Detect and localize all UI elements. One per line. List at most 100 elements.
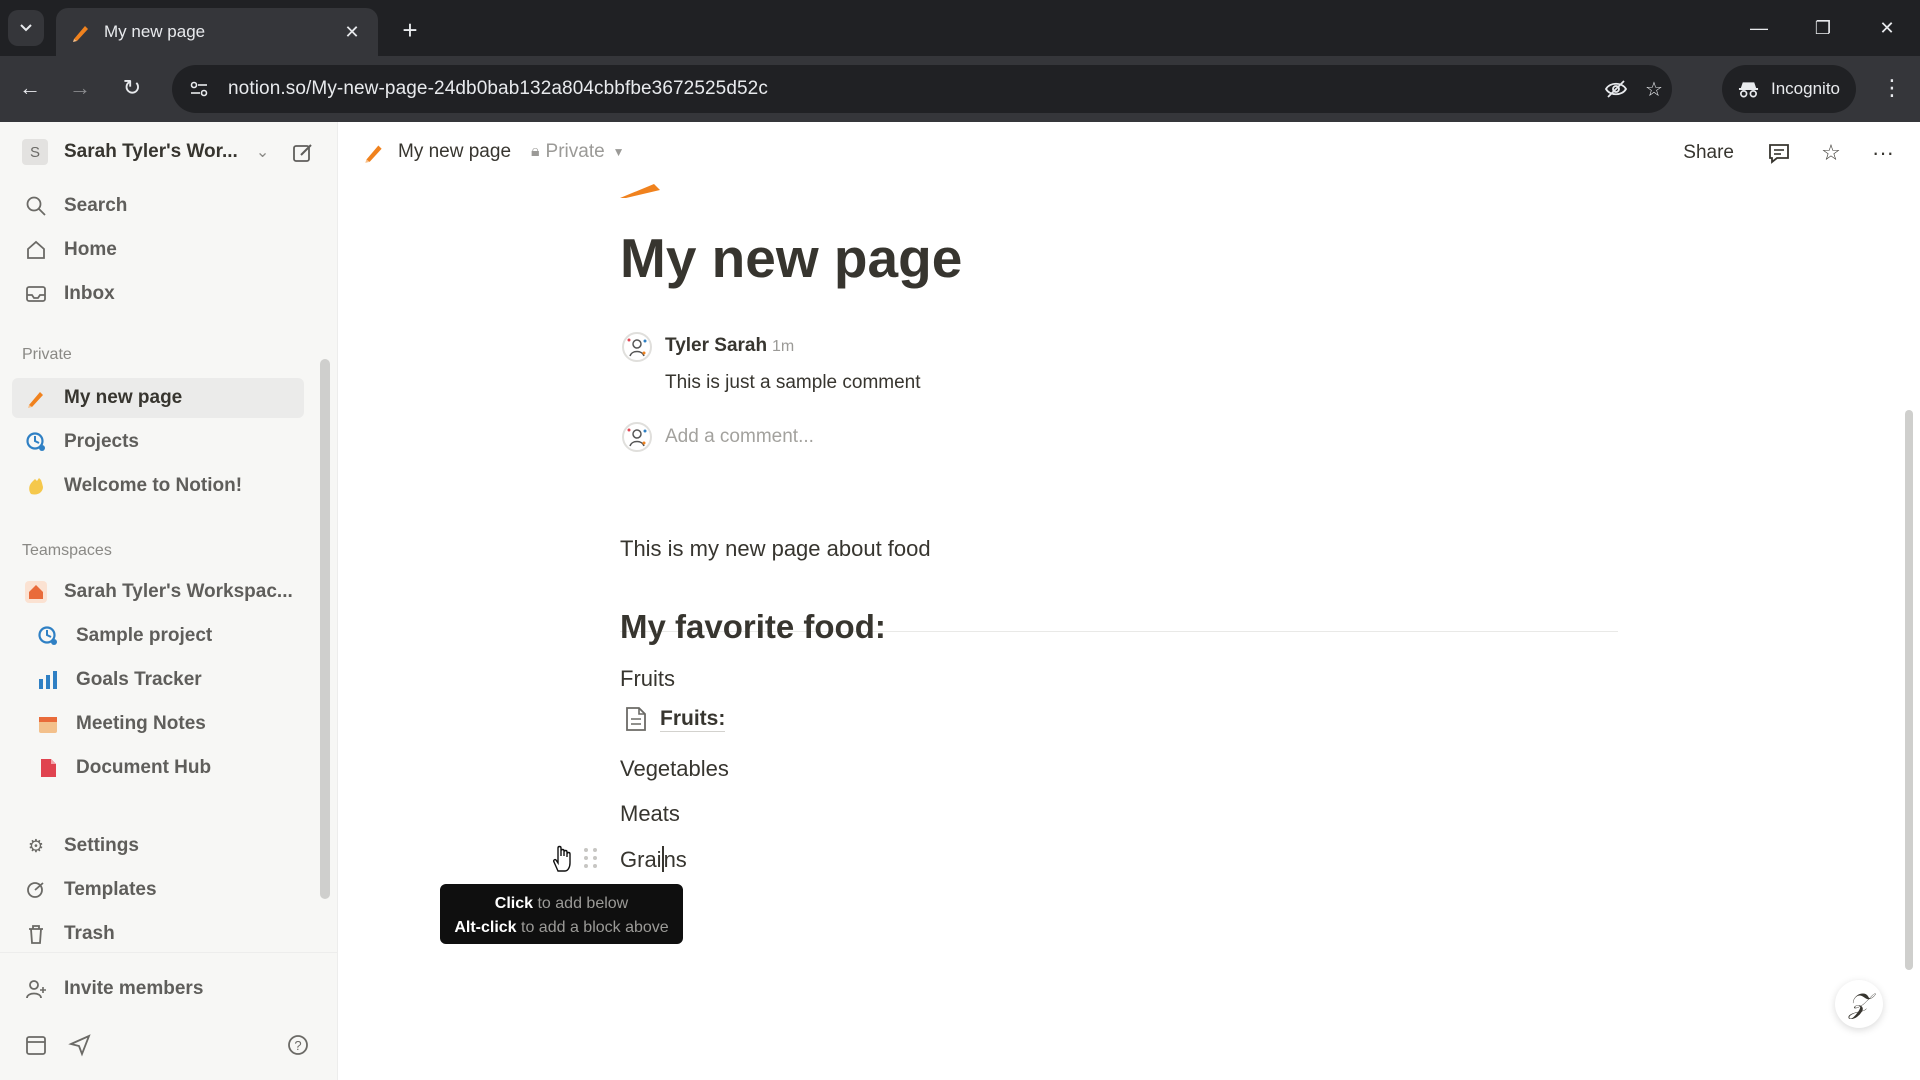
eye-off-icon[interactable] bbox=[1604, 77, 1628, 101]
workspace-avatar: S bbox=[22, 139, 48, 165]
sidebar-item-label: Templates bbox=[64, 879, 157, 900]
sidebar-item-home[interactable]: Home bbox=[12, 230, 304, 270]
pencil-emoji-icon bbox=[24, 386, 48, 410]
page-doc-icon bbox=[626, 707, 646, 731]
favorite-star-icon[interactable]: ☆ bbox=[1816, 138, 1846, 168]
sidebar-item-label: Sample project bbox=[76, 625, 213, 646]
back-button[interactable]: ← bbox=[12, 70, 48, 106]
incognito-indicator[interactable]: Incognito bbox=[1722, 65, 1856, 113]
chevron-down-icon[interactable]: ▼ bbox=[613, 145, 625, 159]
sidebar-item-projects[interactable]: Projects bbox=[12, 422, 304, 462]
close-window-button[interactable]: ✕ bbox=[1864, 10, 1910, 46]
sidebar-item-settings[interactable]: ⚙ Settings bbox=[12, 826, 304, 866]
sidebar-footer: Invite members ? bbox=[0, 952, 337, 1080]
sidebar-item-label: Document Hub bbox=[76, 757, 212, 778]
text-block-grains[interactable]: Grains bbox=[620, 846, 687, 873]
calendar-app-icon[interactable] bbox=[24, 1033, 50, 1059]
workspace-name: Sarah Tyler's Wor... bbox=[64, 141, 238, 162]
tooltip-desc: to add a block above bbox=[521, 919, 669, 936]
site-settings-icon[interactable] bbox=[188, 78, 210, 100]
new-tab-button[interactable]: + bbox=[392, 12, 428, 48]
wave-emoji-icon bbox=[24, 474, 48, 498]
section-label-private[interactable]: Private bbox=[22, 346, 72, 364]
send-icon[interactable] bbox=[68, 1033, 94, 1059]
chevron-down-icon: ⌄ bbox=[255, 144, 270, 161]
text-block-meats[interactable]: Meats bbox=[620, 801, 680, 827]
sidebar-item-welcome[interactable]: Welcome to Notion! bbox=[12, 466, 304, 506]
section-label-teamspaces[interactable]: Teamspaces bbox=[22, 542, 112, 560]
reload-button[interactable]: ↻ bbox=[114, 70, 150, 106]
page-scrollbar[interactable] bbox=[1902, 190, 1916, 1070]
sidebar-item-meeting-notes[interactable]: Meeting Notes bbox=[12, 704, 304, 744]
page-topbar: My new page 🔒︎ Private ▼ Share ☆ ··· bbox=[338, 122, 1920, 184]
chevron-down-icon bbox=[20, 24, 32, 32]
sidebar-item-label: Search bbox=[64, 195, 128, 216]
page-title[interactable]: My new page bbox=[620, 226, 962, 290]
bookmark-star-icon[interactable]: ☆ bbox=[1642, 77, 1666, 101]
drag-handle[interactable] bbox=[582, 845, 600, 871]
notion-ai-button[interactable]: 𝒵 bbox=[1835, 980, 1883, 1028]
comment-icon[interactable] bbox=[1764, 138, 1794, 168]
sidebar-item-search[interactable]: Search bbox=[12, 186, 304, 226]
sidebar-item-label: Projects bbox=[64, 431, 139, 452]
tooltip-desc: to add below bbox=[537, 895, 629, 912]
sidebar-scrollbar[interactable] bbox=[320, 347, 330, 899]
grains-text-start: Grai bbox=[620, 847, 662, 872]
sidebar: S Sarah Tyler's Wor... ⌄ Search Home Inb… bbox=[0, 122, 338, 1080]
tooltip-key: Click bbox=[494, 895, 534, 912]
sidebar-item-my-new-page[interactable]: My new page bbox=[12, 378, 304, 418]
tooltip-key: Alt-click bbox=[454, 919, 517, 936]
help-icon[interactable]: ? bbox=[286, 1033, 312, 1059]
sidebar-item-label: My new page bbox=[64, 387, 183, 408]
avatar bbox=[622, 422, 652, 452]
sidebar-item-goals-tracker[interactable]: Goals Tracker bbox=[12, 660, 304, 700]
scrollbar-thumb[interactable] bbox=[1905, 410, 1913, 970]
minimize-button[interactable]: — bbox=[1736, 10, 1782, 46]
section-heading[interactable]: My favorite food: bbox=[620, 608, 886, 646]
address-bar[interactable]: notion.so/My-new-page-24db0bab132a804cbb… bbox=[172, 65, 1672, 113]
house-icon bbox=[24, 580, 48, 604]
subpage-link-fruits[interactable]: Fruits: bbox=[620, 706, 726, 732]
forward-button[interactable]: → bbox=[62, 70, 98, 106]
sidebar-item-inbox[interactable]: Inbox bbox=[12, 274, 304, 314]
templates-icon bbox=[24, 878, 48, 902]
invite-members-button[interactable]: Invite members bbox=[12, 969, 304, 1009]
tab-search-button[interactable] bbox=[8, 10, 44, 46]
sidebar-item-document-hub[interactable]: Document Hub bbox=[12, 748, 304, 788]
lock-icon: 🔒︎ bbox=[531, 143, 540, 160]
scrollbar-thumb[interactable] bbox=[320, 359, 330, 899]
sidebar-item-trash[interactable]: Trash bbox=[12, 914, 304, 954]
inbox-icon bbox=[24, 282, 48, 306]
text-block-fruits[interactable]: Fruits bbox=[620, 666, 675, 692]
sidebar-item-label: Settings bbox=[64, 835, 139, 856]
sidebar-item-templates[interactable]: Templates bbox=[12, 870, 304, 910]
tooltip-line-2: Alt-click to add a block above bbox=[450, 916, 673, 940]
add-comment-input[interactable]: Add a comment... bbox=[665, 426, 814, 448]
browser-tab[interactable]: My new page ✕ bbox=[56, 8, 378, 56]
grains-text-end: ns bbox=[663, 847, 687, 872]
add-block-button[interactable] bbox=[542, 843, 582, 873]
page-icon-pencil[interactable] bbox=[620, 184, 660, 198]
search-icon bbox=[24, 194, 48, 218]
share-button[interactable]: Share bbox=[1675, 138, 1742, 168]
sidebar-item-sample-project[interactable]: Sample project bbox=[12, 616, 304, 656]
intro-paragraph[interactable]: This is my new page about food bbox=[620, 536, 931, 562]
breadcrumb: My new page 🔒︎ Private ▼ bbox=[362, 140, 625, 164]
sidebar-item-label: Sarah Tyler's Workspac... bbox=[64, 581, 293, 602]
browser-menu-icon[interactable]: ⋮ bbox=[1874, 70, 1910, 106]
privacy-dropdown[interactable]: Private bbox=[546, 141, 605, 163]
workspace-switcher[interactable]: S Sarah Tyler's Wor... ⌄ bbox=[14, 132, 324, 172]
text-block-vegetables[interactable]: Vegetables bbox=[620, 756, 729, 782]
close-tab-icon[interactable]: ✕ bbox=[340, 22, 364, 43]
goals-icon bbox=[36, 668, 60, 692]
document-icon bbox=[36, 756, 60, 780]
more-options-icon[interactable]: ··· bbox=[1868, 138, 1898, 168]
sidebar-item-teamspace[interactable]: Sarah Tyler's Workspac... bbox=[12, 572, 304, 612]
hand-pointer-icon bbox=[553, 845, 571, 872]
sidebar-item-label: Home bbox=[64, 239, 117, 260]
pencil-emoji-icon bbox=[365, 145, 382, 163]
restore-button[interactable]: ❐ bbox=[1800, 10, 1846, 46]
tab-title: My new page bbox=[104, 22, 206, 41]
new-page-icon[interactable] bbox=[288, 138, 318, 168]
breadcrumb-page-title[interactable]: My new page bbox=[398, 141, 511, 163]
